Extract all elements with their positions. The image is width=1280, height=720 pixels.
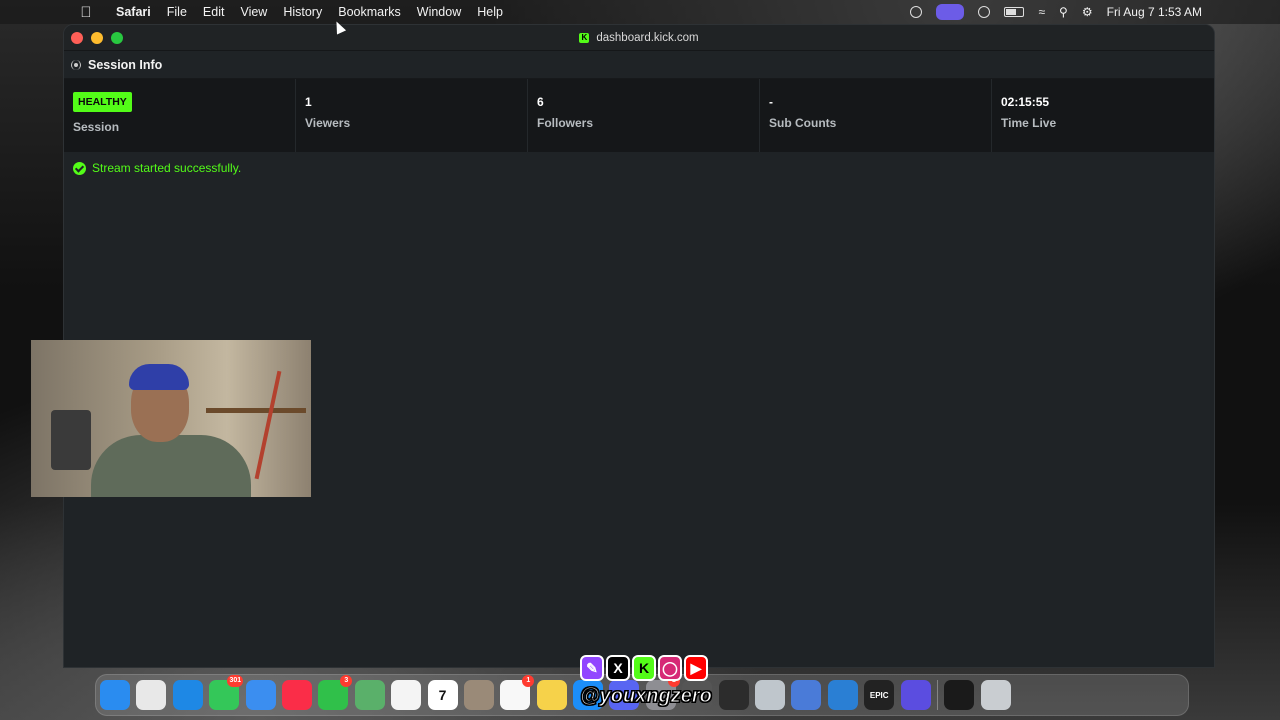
music-icon[interactable] [281, 680, 312, 710]
webcam-person-body [91, 435, 251, 497]
traffic-lights [71, 32, 123, 44]
maps-icon[interactable] [354, 680, 385, 710]
menu-bookmarks[interactable]: Bookmarks [330, 0, 409, 24]
social-icons: ✎ X K ◯ ▶ [580, 655, 708, 681]
dock-separator [936, 680, 938, 710]
session-stats: HEALTHY Session 1 Viewers 6 Followers - … [64, 79, 1214, 152]
spotlight-search-icon[interactable]: ⚲ [1059, 5, 1068, 19]
webcam-overlay [31, 340, 311, 497]
stat-followers: 6 Followers [528, 79, 760, 152]
menu-history[interactable]: History [275, 0, 330, 24]
messages-icon[interactable]: 301 [209, 675, 244, 710]
stat-label-session: Session [73, 120, 120, 134]
check-circle-icon [73, 161, 86, 175]
stat-value-time-live: 02:15:55 [1001, 95, 1050, 109]
stat-label-time-live: Time Live [1001, 116, 1057, 130]
menu-app-name[interactable]: Safari [108, 0, 159, 24]
broadcast-icon [71, 59, 81, 70]
files-icon[interactable] [791, 680, 822, 710]
stat-value-followers: 6 [537, 95, 544, 109]
launchpad-icon[interactable] [136, 680, 167, 710]
session-info-title: Session Info [88, 57, 163, 72]
menu-file[interactable]: File [159, 0, 195, 24]
session-info-header: Session Info [64, 51, 1214, 79]
control-center-icon[interactable]: ⚙ [1082, 5, 1093, 19]
menu-edit[interactable]: Edit [195, 0, 233, 24]
play-status-icon[interactable] [978, 6, 991, 18]
facetime-icon[interactable]: 3 [318, 675, 353, 710]
screen-recording-icon[interactable] [936, 4, 965, 20]
social-handle: @youxngzero [580, 685, 713, 708]
webcam-shelf [206, 408, 306, 413]
address-bar[interactable]: K dashboard.kick.com [579, 32, 699, 44]
quicktime-icon[interactable] [827, 680, 858, 710]
menu-help[interactable]: Help [469, 0, 511, 24]
battery-icon[interactable] [1004, 7, 1025, 17]
url-text[interactable]: dashboard.kick.com [596, 32, 698, 44]
notification-badge: 301 [227, 675, 244, 687]
webcam-person-bandana [129, 364, 189, 390]
stat-sub-counts: - Sub Counts [760, 79, 992, 152]
contacts-icon[interactable] [463, 680, 494, 710]
kick-icon: K [632, 655, 656, 681]
preview-icon[interactable] [755, 680, 786, 710]
menu-bar:  Safari File Edit View History Bookmark… [0, 0, 1280, 24]
stat-label-viewers: Viewers [305, 116, 351, 130]
status-badge: HEALTHY [73, 92, 132, 112]
fullscreen-window-button[interactable] [111, 32, 123, 44]
menu-clock[interactable]: Fri Aug 7 1:53 AM [1107, 5, 1202, 19]
social-overlay: ✎ X K ◯ ▶ @youxngzero [566, 655, 726, 715]
stat-label-followers: Followers [537, 116, 594, 130]
menu-window[interactable]: Window [409, 0, 469, 24]
close-window-button[interactable] [71, 32, 83, 44]
notification-badge: 1 [522, 675, 535, 687]
terminal-icon[interactable] [944, 680, 975, 710]
menu-view[interactable]: View [232, 0, 275, 24]
apple-menu-icon[interactable]:  [78, 4, 94, 21]
x-icon: X [606, 655, 630, 681]
reminders-icon[interactable]: 1 [500, 675, 535, 710]
stream-status-text: Stream started successfully. [92, 161, 242, 175]
safari-icon[interactable] [172, 680, 203, 710]
notification-badge: 3 [340, 675, 353, 687]
stat-label-sub-counts: Sub Counts [769, 116, 837, 130]
stat-value-sub-counts: - [769, 95, 773, 109]
minimize-window-button[interactable] [91, 32, 103, 44]
instagram-icon: ◯ [658, 655, 682, 681]
trash-icon[interactable] [980, 680, 1011, 710]
kick-favicon-icon: K [579, 32, 590, 43]
webcam-background-object [51, 410, 91, 470]
stat-time-live: 02:15:55 Time Live [992, 79, 1214, 152]
webcam-pole [254, 370, 282, 480]
finder-icon[interactable] [100, 680, 130, 710]
epic-games-icon[interactable]: EPIC [864, 680, 895, 710]
stream-status-message: Stream started successfully. [64, 152, 1214, 175]
focus-status-icon[interactable] [910, 6, 923, 18]
window-titlebar: K dashboard.kick.com [64, 25, 1214, 51]
stat-session: HEALTHY Session [64, 79, 296, 152]
twitch-icon: ✎ [580, 655, 604, 681]
stat-viewers: 1 Viewers [296, 79, 528, 152]
photos-icon[interactable] [391, 680, 422, 710]
apps-grid-icon[interactable] [900, 680, 931, 710]
wifi-icon[interactable]: ≈ [1038, 5, 1045, 19]
mail-icon[interactable] [245, 680, 276, 710]
stat-value-viewers: 1 [305, 95, 312, 109]
notes-icon[interactable] [536, 680, 567, 710]
youtube-icon: ▶ [684, 655, 708, 681]
calendar-icon[interactable]: 7 [427, 680, 458, 710]
